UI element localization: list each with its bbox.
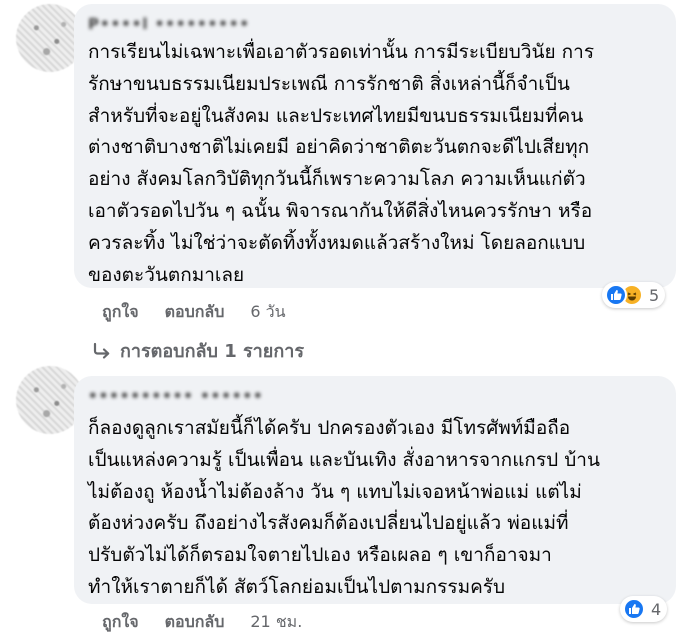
comment-actions: ถูกใจ ตอบกลับ 6 วัน — [102, 300, 286, 325]
reply-button[interactable]: ตอบกลับ — [165, 610, 225, 635]
comment-text: ก็ลองดูลูกเราสมัยนี้ก็ได้ครับ ปกครองตัวเ… — [88, 413, 662, 604]
comment-timestamp[interactable]: 6 วัน — [250, 300, 285, 325]
comment-line: ปรับตัวไม่ได้ก็ตรอมใจตายไปเอง หรือเผลอ ๆ… — [88, 544, 552, 567]
comment-line: ควรละทิ้ง ไม่ใช่ว่าจะตัดทิ้งทั้งหมดแล้วส… — [88, 231, 586, 254]
comment-line: สำหรับที่จะอยู่ในสังคม และประเทศไทยมีขนบ… — [88, 104, 584, 127]
comment-line: รักษาขนบธรรมเนียมประเพณี การรักชาติ สิ่ง… — [88, 72, 570, 95]
like-icon — [623, 598, 645, 620]
reaction-summary[interactable]: 5 — [602, 282, 666, 308]
comment-line: ของตะวันตกมาเลย — [88, 263, 245, 286]
replies-label[interactable]: การตอบกลับ 1 รายการ — [120, 336, 304, 365]
reply-arrow-icon — [93, 342, 110, 359]
comment-line: ไม่ต้องถู ห้องน้ำไม่ต้องล้าง วัน ๆ แทบไม… — [88, 480, 582, 503]
comment-line: ทำให้เราตายก็ได้ สัตว์โลกย่อมเป็นไปตามกร… — [88, 575, 506, 598]
comment-line: ต่างชาติบางชาติไม่เคยมี อย่าคิดว่าชาติตะ… — [88, 136, 590, 159]
comment-line: การเรียนไม่เฉพาะเพื่อเอาตัวรอดเท่านั้น ก… — [88, 41, 595, 63]
view-replies-link[interactable]: การตอบกลับ 1 รายการ — [92, 336, 304, 365]
comment-author[interactable]: •••••••••• •••••• — [88, 387, 264, 407]
reaction-count: 4 — [651, 599, 662, 619]
comment-bubble: P••••l ••••••••• การเรียนไม่เฉพาะเพื่อเอ… — [74, 4, 676, 288]
comment-line: เป็นแหล่งความรู้ เป็นเพื่อน และบันเทิง ส… — [88, 448, 600, 471]
reaction-count: 5 — [649, 285, 660, 305]
comment-timestamp[interactable]: 21 ชม. — [250, 610, 302, 635]
comment-bubble: •••••••••• •••••• ก็ลองดูลูกเราสมัยนี้ก็… — [74, 376, 676, 604]
comment-text: การเรียนไม่เฉพาะเพื่อเอาตัวรอดเท่านั้น ก… — [88, 37, 662, 291]
comment-line: อย่าง สังคมโลกวิบัติทุกวันนี้ก็เพราะความ… — [88, 168, 586, 191]
reply-button[interactable]: ตอบกลับ — [165, 300, 225, 325]
like-button[interactable]: ถูกใจ — [102, 300, 139, 325]
comment-line: ก็ลองดูลูกเราสมัยนี้ก็ได้ครับ ปกครองตัวเ… — [88, 417, 571, 439]
comment-author[interactable]: P••••l ••••••••• — [88, 15, 250, 35]
like-icon — [605, 284, 627, 306]
reaction-summary[interactable]: 4 — [620, 596, 668, 622]
comment-actions: ถูกใจ ตอบกลับ 21 ชม. — [102, 610, 302, 635]
comment-line: ต้องห่วงครับ ถึงอย่างไรสังคมก็ต้องเปลี่ย… — [88, 512, 569, 535]
comment-line: เอาตัวรอดไปวัน ๆ ฉนั้น พิจารณากันให้ดีสิ… — [88, 199, 593, 222]
like-button[interactable]: ถูกใจ — [102, 610, 139, 635]
